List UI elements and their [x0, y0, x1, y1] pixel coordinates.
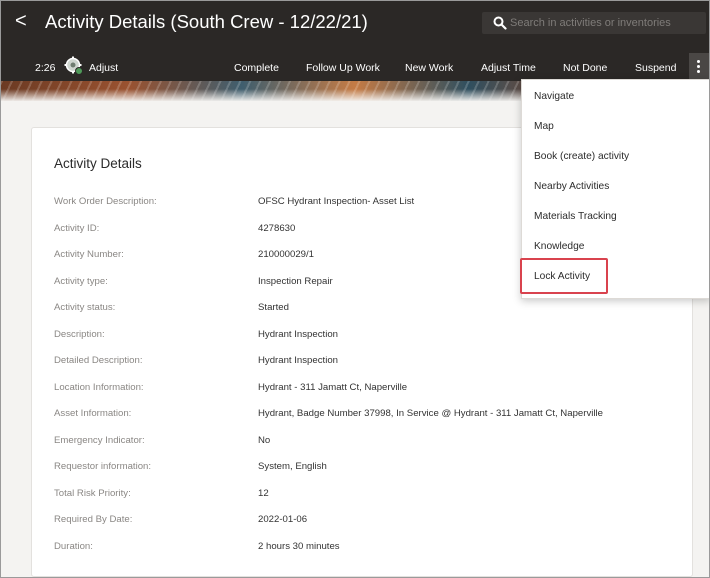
detail-value: 12: [258, 487, 269, 499]
detail-label: Asset Information:: [54, 408, 132, 419]
detail-value: Hydrant Inspection: [258, 355, 338, 366]
menu-item-materials-tracking[interactable]: Materials Tracking: [522, 202, 709, 232]
detail-row: Duration: 2 hours 30 minutes: [32, 541, 692, 559]
detail-row: Total Risk Priority: 12: [32, 488, 692, 506]
detail-value: Hydrant - 311 Jamatt Ct, Naperville: [258, 381, 408, 393]
detail-row: Description: Hydrant Inspection: [32, 329, 692, 347]
detail-value: 2 hours 30 minutes: [258, 540, 340, 552]
menu-item-label: Knowledge: [534, 241, 585, 252]
detail-row: Detailed Description: Hydrant Inspection: [32, 355, 692, 373]
detail-row: Emergency Indicator: No: [32, 435, 692, 453]
menu-item-label: Map: [534, 121, 554, 132]
detail-label: Detailed Description:: [54, 355, 143, 366]
detail-row: Location Information: Hydrant - 311 Jama…: [32, 382, 692, 400]
title-row: < Activity Details (South Crew - 12/22/2…: [1, 1, 709, 43]
detail-value: Inspection Repair: [258, 275, 333, 287]
adjust-label[interactable]: Adjust: [89, 62, 118, 74]
kebab-dot-icon: [697, 65, 700, 68]
detail-label: Location Information:: [54, 381, 144, 393]
detail-value: 2022-01-06: [258, 514, 308, 525]
detail-value: No: [258, 434, 271, 446]
app-window: < Activity Details (South Crew - 12/22/2…: [0, 0, 710, 578]
detail-value: Started: [258, 302, 289, 313]
action-toolbar: 2:26 Adjust Complete Follow Up Work New …: [1, 53, 709, 81]
menu-item-book-activity[interactable]: Book (create) activity: [522, 142, 709, 172]
follow-up-work-button[interactable]: Follow Up Work: [306, 62, 380, 74]
adjust-time-button[interactable]: Adjust Time: [481, 62, 536, 74]
detail-label: Requestor information:: [54, 461, 152, 472]
detail-label: Duration:: [54, 540, 93, 552]
menu-item-label: Nearby Activities: [534, 181, 610, 192]
search-icon[interactable]: [493, 16, 507, 30]
back-button[interactable]: <: [15, 9, 27, 33]
detail-label: Activity status:: [54, 302, 116, 313]
not-done-button[interactable]: Not Done: [563, 62, 607, 74]
time-display: 2:26: [35, 62, 56, 74]
complete-button[interactable]: Complete: [234, 62, 279, 74]
detail-label: Activity ID:: [54, 222, 100, 234]
search-box[interactable]: [482, 12, 706, 34]
card-title: Activity Details: [54, 156, 142, 171]
detail-label: Activity type:: [54, 275, 108, 287]
kebab-dot-icon: [697, 70, 700, 73]
menu-item-label: Navigate: [534, 91, 575, 102]
detail-value: Hydrant Inspection: [258, 328, 338, 340]
detail-label: Work Order Description:: [54, 196, 157, 207]
detail-label: Description:: [54, 328, 105, 340]
menu-item-map[interactable]: Map: [522, 112, 709, 142]
detail-value: 4278630: [258, 222, 296, 234]
menu-item-label: Book (create) activity: [534, 151, 630, 162]
menu-item-nearby-activities[interactable]: Nearby Activities: [522, 172, 709, 202]
detail-row: Activity status: Started: [32, 302, 692, 320]
search-input[interactable]: [510, 12, 700, 34]
detail-row: Asset Information: Hydrant, Badge Number…: [32, 408, 692, 426]
kebab-dot-icon: [697, 60, 700, 63]
detail-value: OFSC Hydrant Inspection- Asset List: [258, 196, 415, 207]
suspend-button[interactable]: Suspend: [635, 62, 676, 74]
page-title: Activity Details (South Crew - 12/22/21): [45, 11, 368, 32]
header-bar: < Activity Details (South Crew - 12/22/2…: [1, 1, 709, 81]
detail-label: Activity Number:: [54, 249, 124, 260]
detail-label: Total Risk Priority:: [54, 487, 131, 499]
highlight-box: [520, 258, 608, 294]
menu-item-navigate[interactable]: Navigate: [522, 82, 709, 112]
detail-value: 210000029/1: [258, 249, 315, 260]
detail-value: Hydrant, Badge Number 37998, In Service …: [258, 408, 603, 419]
menu-item-label: Materials Tracking: [534, 211, 617, 222]
detail-label: Emergency Indicator:: [54, 434, 145, 446]
new-work-button[interactable]: New Work: [405, 62, 453, 74]
detail-row: Required By Date: 2022-01-06: [32, 514, 692, 532]
detail-row: Requestor information: System, English: [32, 461, 692, 479]
more-actions-button[interactable]: [689, 53, 709, 81]
detail-label: Required By Date:: [54, 514, 133, 525]
detail-value: System, English: [258, 461, 327, 472]
gear-adjust-icon[interactable]: [64, 56, 84, 76]
